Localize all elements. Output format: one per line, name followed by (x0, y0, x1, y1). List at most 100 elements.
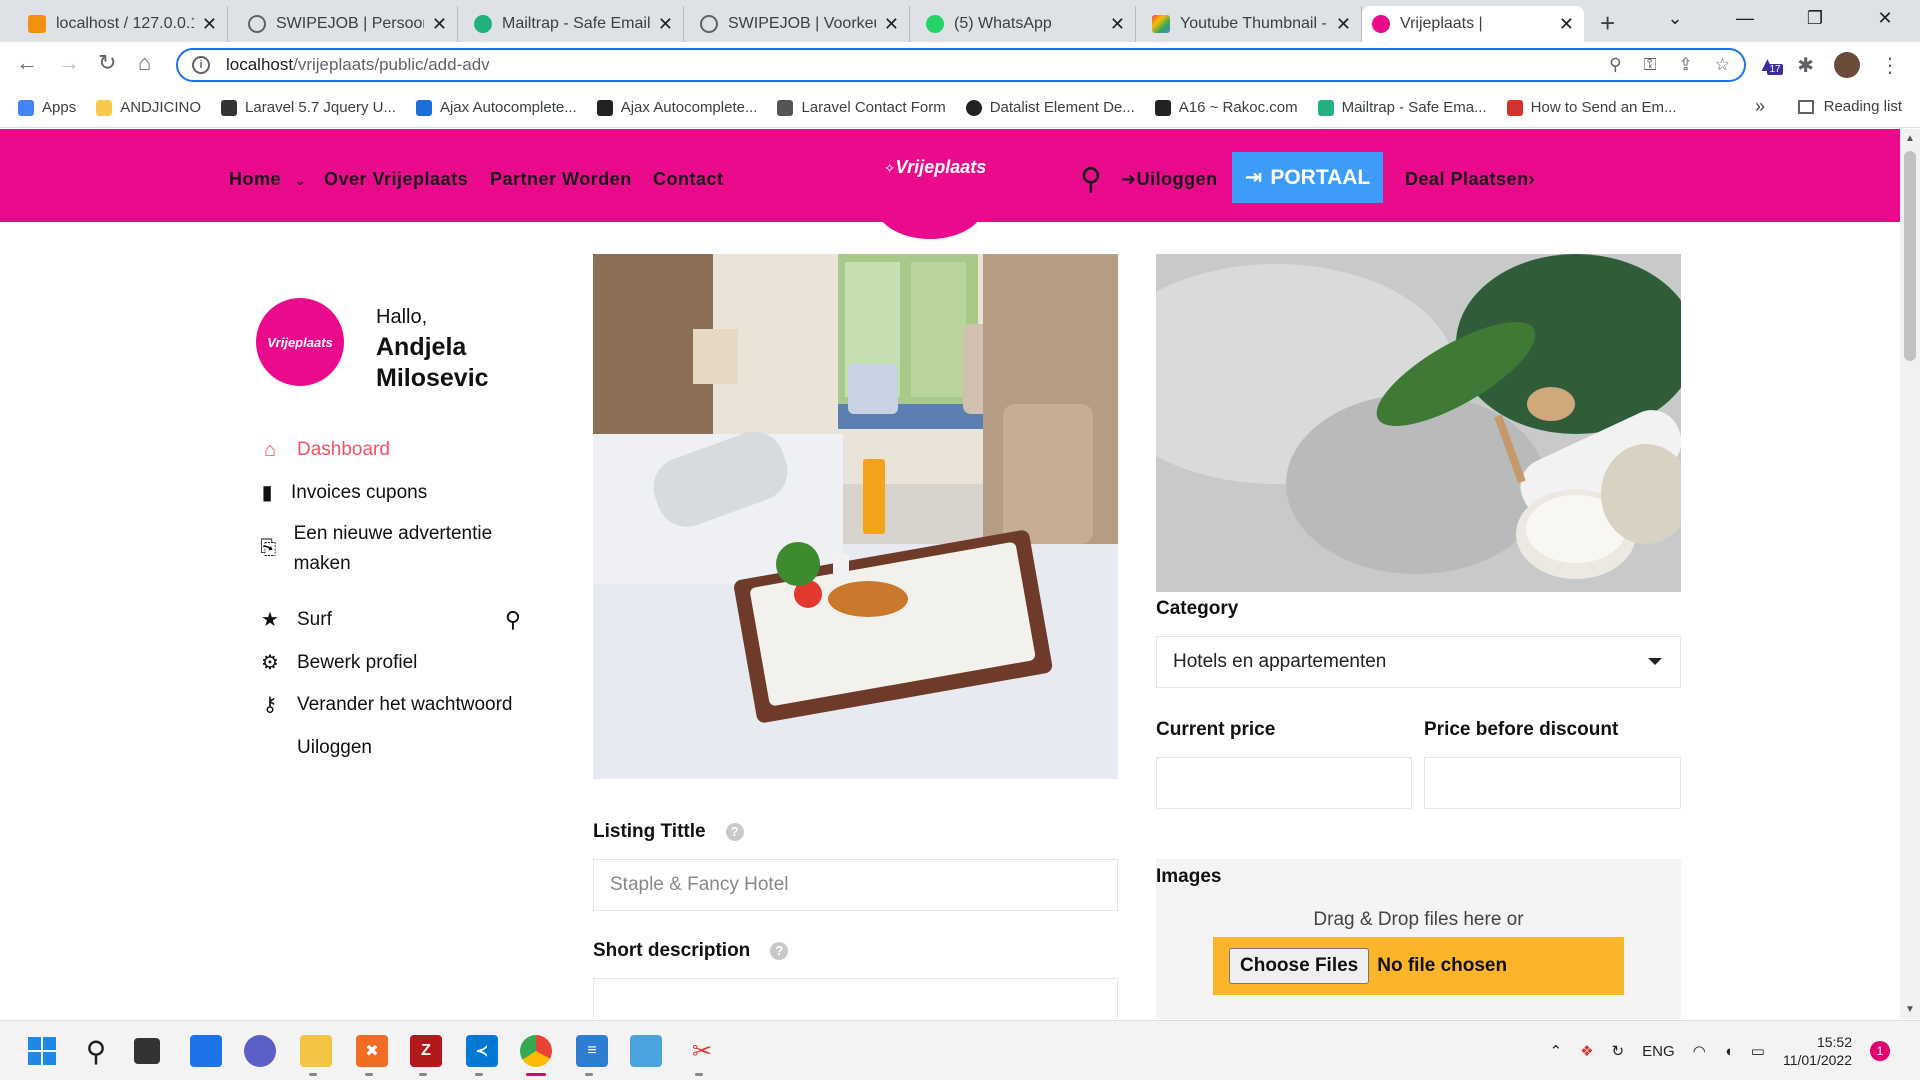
tab-swipejob-voorkeur[interactable]: SWIPEJOB | Voorkeur ✕ (690, 6, 910, 42)
nav-over-vrijeplaats[interactable]: Over Vrijeplaats (324, 169, 468, 190)
bookmark-item[interactable]: A16 ~ Rakoc.com (1154, 99, 1298, 116)
vscode-icon[interactable]: ≺ (466, 1035, 498, 1067)
help-icon[interactable]: ? (770, 941, 789, 960)
short-description-textarea[interactable] (593, 978, 1118, 1019)
widgets-icon[interactable] (190, 1035, 222, 1067)
close-icon[interactable]: ✕ (432, 14, 447, 35)
share-icon[interactable]: ⇪ (1679, 55, 1693, 75)
listing-title-label: Listing Tittle? (593, 821, 744, 843)
bookmarks-more-icon[interactable]: » (1755, 96, 1765, 117)
nav-home-label: Home (229, 169, 282, 189)
chevron-up-icon[interactable]: ⌃ (1550, 1042, 1563, 1060)
file-explorer-icon[interactable] (300, 1035, 332, 1067)
dropbox-icon[interactable]: ❖ (1580, 1042, 1593, 1060)
wifi-icon[interactable]: ◠ (1693, 1042, 1706, 1060)
profile-avatar[interactable] (1834, 52, 1860, 78)
help-icon[interactable]: ? (725, 822, 744, 841)
nav-home[interactable]: Home ⌄ (229, 169, 307, 190)
battery-icon[interactable]: ▭ (1751, 1042, 1765, 1060)
tab-mailtrap[interactable]: Mailtrap - Safe Email ✕ (464, 6, 684, 42)
sidebar-item-surf[interactable]: ★ Surf ⚲ (255, 605, 521, 635)
nav-partner-worden[interactable]: Partner Worden (490, 169, 632, 190)
logout-link[interactable]: ➜Uiloggen (1121, 169, 1218, 190)
current-price-input[interactable] (1156, 757, 1412, 809)
sidebar-item-uitloggen[interactable]: Uiloggen (255, 733, 372, 763)
bookmark-item[interactable]: Ajax Autocomplete... (415, 99, 577, 116)
scrollbar-thumb[interactable] (1904, 151, 1916, 361)
file-input[interactable]: Choose Files No file chosen (1213, 937, 1624, 995)
choose-files-button[interactable]: Choose Files (1229, 948, 1370, 984)
deal-plaatsen-link[interactable]: Deal Plaatsen› (1405, 169, 1535, 190)
bookmark-star-icon[interactable]: ☆ (1715, 55, 1730, 75)
key-icon[interactable]: ⚿ (1644, 55, 1657, 75)
category-select[interactable]: Hotels en appartementen (1156, 636, 1681, 688)
bookmark-item[interactable]: Laravel 5.7 Jquery U... (221, 99, 396, 116)
location-icon[interactable]: ⚲ (1609, 55, 1621, 75)
chrome-icon[interactable] (520, 1035, 552, 1067)
close-icon[interactable]: ✕ (1336, 14, 1351, 35)
sidebar-item-bewerk-profiel[interactable]: ⚙ Bewerk profiel (255, 648, 417, 678)
xampp-icon[interactable]: ✖ (356, 1035, 388, 1067)
photos-icon[interactable] (630, 1035, 662, 1067)
snipping-tool-icon[interactable]: ✂ (686, 1035, 718, 1067)
bookmark-item[interactable]: Ajax Autocomplete... (596, 99, 757, 116)
running-indicator (695, 1073, 703, 1076)
restore-button[interactable]: ❐ (1780, 0, 1850, 36)
task-view-icon[interactable] (134, 1038, 160, 1064)
nav-contact[interactable]: Contact (653, 169, 724, 190)
back-icon[interactable]: ← (16, 50, 38, 76)
reload-icon[interactable]: ↻ (98, 50, 116, 76)
tab-vrijeplaats[interactable]: Vrijeplaats | ✕ (1362, 6, 1584, 42)
volume-icon[interactable]: ◖ (1724, 1043, 1733, 1060)
search-icon[interactable]: ⚲ (80, 1035, 112, 1067)
forward-icon[interactable]: → (58, 50, 80, 76)
menu-dots-icon[interactable]: ⋮ (1880, 53, 1900, 78)
bookmark-item[interactable]: Apps (18, 99, 76, 116)
bookmark-item[interactable]: How to Send an Em... (1506, 99, 1677, 116)
tab-youtube-thumbnail[interactable]: Youtube Thumbnail - ✕ (1142, 6, 1362, 42)
sidebar-item-new-advert[interactable]: ⎘ Een nieuwe advertentie maken (255, 519, 525, 579)
scroll-down-icon[interactable]: ▼ (1905, 1004, 1915, 1015)
puzzle-icon[interactable]: ✱ (1797, 53, 1814, 78)
sync-icon[interactable]: ↻ (1612, 1042, 1625, 1060)
close-icon[interactable]: ✕ (658, 14, 673, 35)
portaal-button[interactable]: ⇥ PORTAAL (1232, 152, 1383, 203)
search-icon[interactable]: ⚲ (505, 605, 521, 635)
price-before-discount-input[interactable] (1424, 757, 1681, 809)
bookmark-item[interactable]: Datalist Element De... (965, 99, 1135, 116)
clock[interactable]: 15:52 11/01/2022 (1783, 1033, 1852, 1069)
sidebar-item-invoices[interactable]: ▮ Invoices cupons (255, 478, 427, 508)
close-icon[interactable]: ✕ (1559, 14, 1574, 35)
close-icon[interactable]: ✕ (202, 14, 217, 35)
page-scrollbar[interactable]: ▲ ▼ (1900, 129, 1920, 1019)
reading-list-button[interactable]: Reading list (1797, 98, 1902, 115)
tab-phpmyadmin[interactable]: localhost / 127.0.0.1 / ✕ (18, 6, 228, 42)
bookmark-item[interactable]: Mailtrap - Safe Ema... (1317, 99, 1487, 116)
tab-search-icon[interactable]: ⌄ (1640, 0, 1710, 36)
site-info-icon[interactable]: i (192, 56, 210, 74)
close-window-button[interactable]: ✕ (1850, 0, 1920, 36)
scroll-up-icon[interactable]: ▲ (1905, 133, 1915, 144)
search-icon[interactable]: ⚲ (1080, 162, 1102, 197)
sidebar-item-dashboard[interactable]: ⌂ Dashboard (255, 435, 390, 465)
close-icon[interactable]: ✕ (884, 14, 899, 35)
tab-whatsapp[interactable]: (5) WhatsApp ✕ (916, 6, 1136, 42)
sidebar-item-wachtwoord[interactable]: ⚷ Verander het wachtwoord (255, 690, 513, 720)
chat-icon[interactable] (244, 1035, 276, 1067)
minimize-button[interactable]: — (1710, 0, 1780, 36)
bookmark-item[interactable]: Laravel Contact Form (777, 99, 946, 116)
new-tab-button[interactable]: + (1600, 8, 1615, 39)
address-bar[interactable]: i localhost/vrijeplaats/public/add-adv ⚲… (176, 48, 1746, 82)
language-indicator[interactable]: ENG (1642, 1043, 1675, 1060)
windows-start-icon[interactable] (26, 1035, 58, 1067)
extension-icon[interactable]: ▲17 (1757, 54, 1783, 77)
listing-title-input[interactable]: Staple & Fancy Hotel (593, 859, 1118, 911)
home-icon[interactable]: ⌂ (138, 50, 151, 76)
bookmark-item[interactable]: ANDJICINO (96, 99, 201, 116)
filezilla-icon[interactable]: Z (410, 1035, 442, 1067)
close-icon[interactable]: ✕ (1110, 14, 1125, 35)
site-logo[interactable]: ✧Vrijeplaats (880, 157, 990, 178)
notepad-icon[interactable]: ≡ (576, 1035, 608, 1067)
tab-swipejob-persoonlijk[interactable]: SWIPEJOB | Persoonlij ✕ (238, 6, 458, 42)
notification-badge[interactable]: 1 (1870, 1041, 1890, 1061)
